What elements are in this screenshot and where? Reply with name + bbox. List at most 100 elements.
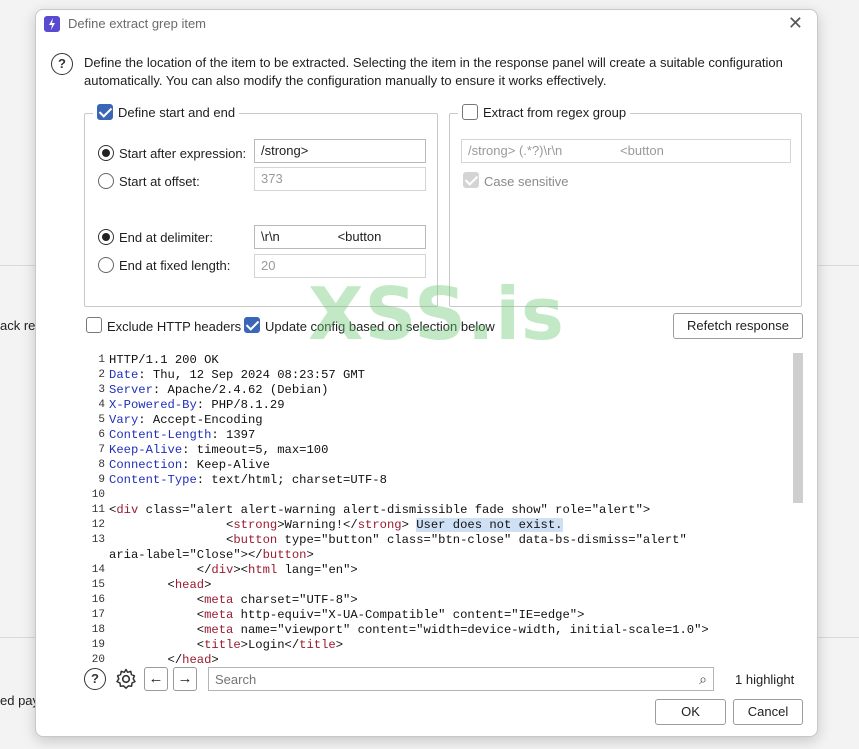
code-text[interactable]: <meta charset="UTF-8"> <box>109 593 358 608</box>
update-config-checkbox[interactable] <box>244 317 260 333</box>
case-sensitive-label: Case sensitive <box>484 174 569 189</box>
code-line[interactable]: 1 HTTP/1.1 200 OK <box>84 353 709 368</box>
code-line[interactable]: 20 </head> <box>84 653 709 665</box>
end-fixed-radio[interactable] <box>98 257 114 273</box>
line-number: 11 <box>91 504 105 516</box>
exclude-headers-checkbox[interactable] <box>86 317 102 333</box>
line-number <box>84 548 109 563</box>
code-text[interactable]: </div><html lang="en"> <box>109 563 358 578</box>
code-text[interactable]: <title>Login</title> <box>109 638 343 653</box>
code-line[interactable]: 11 <div class="alert alert-warning alert-… <box>84 503 709 518</box>
code-line[interactable]: 2 Date: Thu, 12 Sep 2024 08:23:57 GMT <box>84 368 709 383</box>
code-text[interactable]: <head> <box>109 578 212 593</box>
code-line[interactable]: 10 <box>84 488 709 503</box>
code-text[interactable]: </head> <box>109 653 219 665</box>
line-number: 7 <box>98 444 105 456</box>
background-text: ack re <box>0 318 36 333</box>
start-after-radio[interactable] <box>98 145 114 161</box>
editor-scrollbar[interactable] <box>793 353 803 503</box>
code-line[interactable]: 12 <strong>Warning!</strong> User does n… <box>84 518 709 533</box>
regex-field[interactable]: /strong> (.*?)\r\n <button <box>461 139 791 163</box>
code-text[interactable]: aria-label="Close"></button> <box>109 548 314 563</box>
line-number: 9 <box>98 474 105 486</box>
start-offset-label: Start at offset: <box>119 174 200 189</box>
search-box[interactable]: ⌕ <box>208 667 714 691</box>
end-fixed-field[interactable]: 20 <box>254 254 426 278</box>
response-editor[interactable]: 1 HTTP/1.1 200 OK 2 Date: Thu, 12 Sep 2024 … <box>84 353 803 665</box>
line-number: 17 <box>91 609 105 621</box>
settings-gear-icon[interactable] <box>114 667 138 691</box>
start-end-legend[interactable]: Define start and end <box>93 104 240 120</box>
code-text[interactable]: Keep-Alive: timeout=5, max=100 <box>109 443 328 458</box>
line-number: 8 <box>98 459 105 471</box>
regex-legend[interactable]: Extract from regex group <box>458 104 631 120</box>
end-delimiter-label: End at delimiter: <box>119 230 213 245</box>
start-end-group: Define start and end Start after express… <box>84 104 438 307</box>
response-code[interactable]: 1 HTTP/1.1 200 OK 2 Date: Thu, 12 Sep 2024 … <box>84 353 709 665</box>
code-line[interactable]: 8 Connection: Keep-Alive <box>84 458 709 473</box>
help-icon[interactable]: ? <box>84 668 106 690</box>
update-config-label: Update config based on selection below <box>265 319 495 334</box>
code-line[interactable]: 19 <title>Login</title> <box>84 638 709 653</box>
line-number: 10 <box>91 489 105 501</box>
start-end-checkbox[interactable] <box>97 104 113 120</box>
code-line[interactable]: 14 </div><html lang="en"> <box>84 563 709 578</box>
end-delimiter-field[interactable]: \r\n <button <box>254 225 426 249</box>
cancel-button[interactable]: Cancel <box>733 699 803 725</box>
start-offset-field[interactable]: 373 <box>254 167 426 191</box>
title-bar: Define extract grep item ✕ <box>36 10 817 38</box>
code-text[interactable]: Content-Type: text/html; charset=UTF-8 <box>109 473 387 488</box>
code-line[interactable]: 15 <head> <box>84 578 709 593</box>
code-text[interactable]: X-Powered-By: PHP/8.1.29 <box>109 398 285 413</box>
code-line[interactable]: 6 Content-Length: 1397 <box>84 428 709 443</box>
search-icon[interactable]: ⌕ <box>699 671 707 688</box>
line-number: 14 <box>91 564 105 576</box>
regex-checkbox[interactable] <box>462 104 478 120</box>
next-arrow-icon[interactable]: → <box>173 667 197 691</box>
regex-group: Extract from regex group /strong> (.*?)\… <box>449 104 802 307</box>
code-text[interactable]: <div class="alert alert-warning alert-di… <box>109 503 650 518</box>
code-line[interactable]: 18 <meta name="viewport" content="width=… <box>84 623 709 638</box>
start-end-label: Define start and end <box>118 104 236 120</box>
regex-label: Extract from regex group <box>483 104 627 120</box>
code-line[interactable]: 7 Keep-Alive: timeout=5, max=100 <box>84 443 709 458</box>
dialog-title: Define extract grep item <box>68 16 207 31</box>
line-number: 19 <box>91 639 105 651</box>
case-sensitive-checkbox[interactable] <box>463 172 479 188</box>
code-line[interactable]: 5 Vary: Accept-Encoding <box>84 413 709 428</box>
code-line[interactable]: 3 Server: Apache/2.4.62 (Debian) <box>84 383 709 398</box>
code-line[interactable]: 9 Content-Type: text/html; charset=UTF-8 <box>84 473 709 488</box>
exclude-headers-label: Exclude HTTP headers <box>107 319 242 334</box>
refetch-response-button[interactable]: Refetch response <box>673 313 803 339</box>
code-text[interactable]: <button type="button" class="btn-close" … <box>109 533 687 548</box>
code-line[interactable]: 17 <meta http-equiv="X-UA-Compatible" co… <box>84 608 709 623</box>
code-text[interactable]: HTTP/1.1 200 OK <box>109 353 219 368</box>
end-delimiter-radio[interactable] <box>98 229 114 245</box>
code-text[interactable]: <meta http-equiv="X-UA-Compatible" conte… <box>109 608 585 623</box>
start-offset-radio[interactable] <box>98 173 114 189</box>
code-line[interactable]: aria-label="Close"></button> <box>84 548 709 563</box>
code-text[interactable]: <meta name="viewport" content="width=dev… <box>109 623 709 638</box>
line-number: 15 <box>91 579 105 591</box>
line-number: 13 <box>91 534 105 546</box>
line-number: 12 <box>91 519 105 531</box>
code-text[interactable]: Vary: Accept-Encoding <box>109 413 263 428</box>
previous-arrow-icon[interactable]: ← <box>144 667 168 691</box>
code-text[interactable]: Server: Apache/2.4.62 (Debian) <box>109 383 328 398</box>
help-icon: ? <box>51 53 73 75</box>
extract-grep-dialog: Define extract grep item ✕ ? Define the … <box>35 9 818 737</box>
code-line[interactable]: 4 X-Powered-By: PHP/8.1.29 <box>84 398 709 413</box>
code-text[interactable]: Connection: Keep-Alive <box>109 458 270 473</box>
code-line[interactable]: 13 <button type="button" class="btn-clos… <box>84 533 709 548</box>
line-number: 5 <box>98 414 105 426</box>
background-text: ed pay <box>0 693 40 708</box>
code-text[interactable]: <strong>Warning!</strong> User does not … <box>109 518 563 533</box>
ok-button[interactable]: OK <box>655 699 726 725</box>
line-number: 6 <box>98 429 105 441</box>
close-icon[interactable]: ✕ <box>788 14 803 32</box>
code-text[interactable]: Date: Thu, 12 Sep 2024 08:23:57 GMT <box>109 368 365 383</box>
search-input[interactable] <box>209 668 679 690</box>
start-after-field[interactable]: /strong> <box>254 139 426 163</box>
code-text[interactable]: Content-Length: 1397 <box>109 428 255 443</box>
code-line[interactable]: 16 <meta charset="UTF-8"> <box>84 593 709 608</box>
